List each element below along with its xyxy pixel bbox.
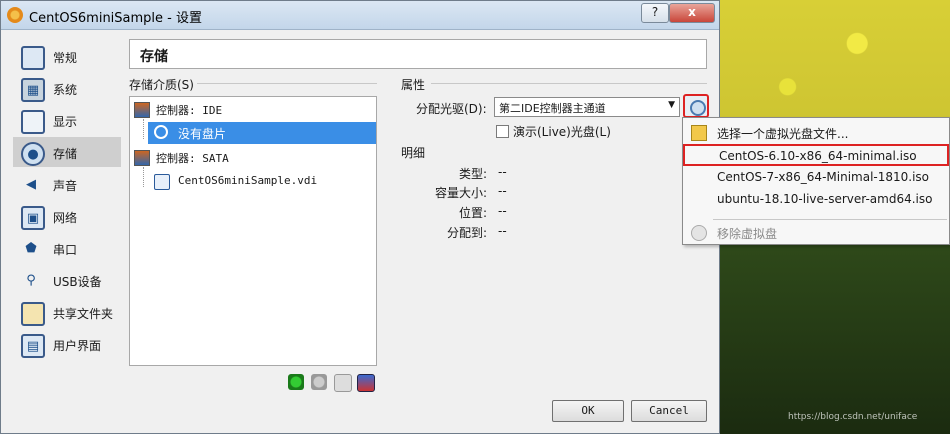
tree-item-ide-controller[interactable]: 控制器: IDE (130, 99, 376, 121)
monitor-icon (21, 46, 45, 70)
tree-item-label: 控制器: IDE (156, 104, 223, 117)
speaker-icon: ◀ (26, 176, 36, 192)
info-value-attached: -- (498, 224, 507, 238)
menu-item-label: ubuntu-18.10-live-server-amd64.iso (717, 192, 933, 206)
tree-item-label: 控制器: SATA (156, 152, 229, 165)
sidebar-item-label: 声音 (53, 179, 78, 193)
menu-item-ubuntu-iso[interactable]: ubuntu-18.10-live-server-amd64.iso (683, 188, 949, 210)
network-icon: ▣ (21, 206, 45, 230)
sidebar-item-general[interactable]: 常规 (13, 41, 121, 71)
folder-icon (691, 125, 707, 141)
sidebar-item-serial[interactable]: ⬟ 串口 (13, 233, 121, 263)
menu-item-remove-disk[interactable]: 移除虚拟盘 (683, 221, 949, 243)
sidebar-item-network[interactable]: ▣ 网络 (13, 201, 121, 231)
window-icon: ▤ (21, 334, 45, 358)
info-key-attached: 分配到: (446, 226, 487, 240)
live-cd-label: 演示(Live)光盘(L) (513, 125, 611, 139)
remove-controller-icon[interactable] (311, 374, 327, 390)
close-button[interactable]: x (669, 3, 715, 23)
controller-icon (134, 150, 150, 166)
settings-dialog: CentOS6miniSample - 设置 ? x 常规 ▦ 系统 显示 ● … (0, 0, 720, 434)
choose-disk-button[interactable] (683, 94, 709, 118)
attributes-label: 属性 (401, 78, 426, 92)
info-key-size: 容量大小: (434, 186, 487, 200)
ok-button[interactable]: OK (552, 400, 624, 422)
info-value-type: -- (498, 165, 507, 179)
window-title: CentOS6miniSample - 设置 (29, 11, 202, 26)
sidebar-item-usb[interactable]: ⚲ USB设备 (13, 265, 121, 295)
hard-disk-icon (154, 174, 170, 190)
info-key-type: 类型: (458, 167, 487, 181)
watermark: https://blog.csdn.net/uniface (788, 412, 918, 422)
page-header: 存储 (129, 39, 707, 69)
menu-item-centos7-iso[interactable]: CentOS-7-x86_64-Minimal-1810.iso (683, 166, 949, 188)
disk-menu: 选择一个虚拟光盘文件... CentOS-6.10-x86_64-minimal… (682, 117, 950, 245)
sidebar-item-user-interface[interactable]: ▤ 用户界面 (13, 329, 121, 359)
menu-item-label: 选择一个虚拟光盘文件... (717, 127, 849, 141)
divider (197, 83, 377, 84)
menu-item-centos6-iso[interactable]: CentOS-6.10-x86_64-minimal.iso (683, 144, 949, 166)
page-title: 存储 (140, 49, 168, 65)
tree-guide (143, 119, 145, 139)
sidebar-item-label: 网络 (53, 211, 78, 225)
settings-sidebar: 常规 ▦ 系统 显示 ● 存储 ◀ 声音 ▣ 网络 ⬟ 串口 ⚲ USB设备 共… (13, 39, 121, 361)
remove-attachment-icon[interactable] (357, 374, 375, 392)
optical-drive-label: 分配光驱(D): (416, 102, 487, 116)
add-attachment-icon[interactable] (334, 374, 352, 392)
sidebar-item-label: 串口 (53, 243, 78, 257)
menu-item-label: CentOS-6.10-x86_64-minimal.iso (719, 149, 917, 163)
display-icon (21, 110, 45, 134)
tree-item-label: 没有盘片 (178, 127, 227, 141)
usb-icon: ⚲ (26, 272, 36, 288)
tree-item-empty-disc[interactable]: 没有盘片 (148, 122, 376, 144)
menu-separator (713, 219, 947, 220)
sidebar-item-system[interactable]: ▦ 系统 (13, 73, 121, 103)
info-value-size: -- (498, 184, 507, 198)
sidebar-item-label: 存储 (53, 147, 78, 161)
disc-icon (690, 100, 706, 116)
menu-item-label: CentOS-7-x86_64-Minimal-1810.iso (717, 170, 930, 184)
details-label: 明细 (401, 146, 426, 160)
info-value-location: -- (498, 204, 507, 218)
menu-item-choose-file[interactable]: 选择一个虚拟光盘文件... (683, 121, 949, 143)
controller-icon (134, 102, 150, 118)
sidebar-item-shared-folders[interactable]: 共享文件夹 (13, 297, 121, 327)
tree-guide (143, 167, 145, 187)
sidebar-item-audio[interactable]: ◀ 声音 (13, 169, 121, 199)
eject-disc-icon (691, 225, 707, 241)
optical-drive-value: 第二IDE控制器主通道 (499, 102, 606, 115)
chevron-down-icon: ▼ (668, 100, 675, 110)
optical-drive-select[interactable]: 第二IDE控制器主通道 ▼ (494, 97, 680, 117)
storage-media-label: 存储介质(S) (129, 78, 194, 92)
sidebar-item-display[interactable]: 显示 (13, 105, 121, 135)
add-controller-icon[interactable] (288, 374, 304, 390)
menu-item-label: 移除虚拟盘 (717, 227, 778, 241)
live-cd-checkbox[interactable] (496, 125, 509, 138)
virtualbox-icon (7, 7, 23, 23)
sidebar-item-label: 常规 (53, 51, 78, 65)
storage-tree[interactable]: 控制器: IDE 没有盘片 控制器: SATA CentOS6miniSampl… (129, 96, 377, 366)
tree-item-sata-controller[interactable]: 控制器: SATA (130, 147, 376, 169)
info-key-location: 位置: (458, 206, 487, 220)
title-bar[interactable]: CentOS6miniSample - 设置 ? x (1, 1, 719, 30)
divider (431, 83, 707, 84)
sidebar-item-label: 用户界面 (53, 339, 102, 353)
sidebar-item-label: USB设备 (53, 275, 102, 289)
serial-port-icon: ⬟ (25, 240, 37, 256)
sidebar-item-storage[interactable]: ● 存储 (13, 137, 121, 167)
tree-item-vdi[interactable]: CentOS6miniSample.vdi (148, 171, 376, 193)
sidebar-item-label: 系统 (53, 83, 78, 97)
disc-icon (154, 125, 168, 139)
sidebar-item-label: 显示 (53, 115, 78, 129)
folder-icon (21, 302, 45, 326)
sidebar-item-label: 共享文件夹 (53, 307, 114, 321)
disc-icon: ● (21, 142, 45, 166)
help-button[interactable]: ? (641, 3, 669, 23)
cancel-button[interactable]: Cancel (631, 400, 707, 422)
chip-icon: ▦ (21, 78, 45, 102)
tree-item-label: CentOS6miniSample.vdi (178, 174, 318, 187)
